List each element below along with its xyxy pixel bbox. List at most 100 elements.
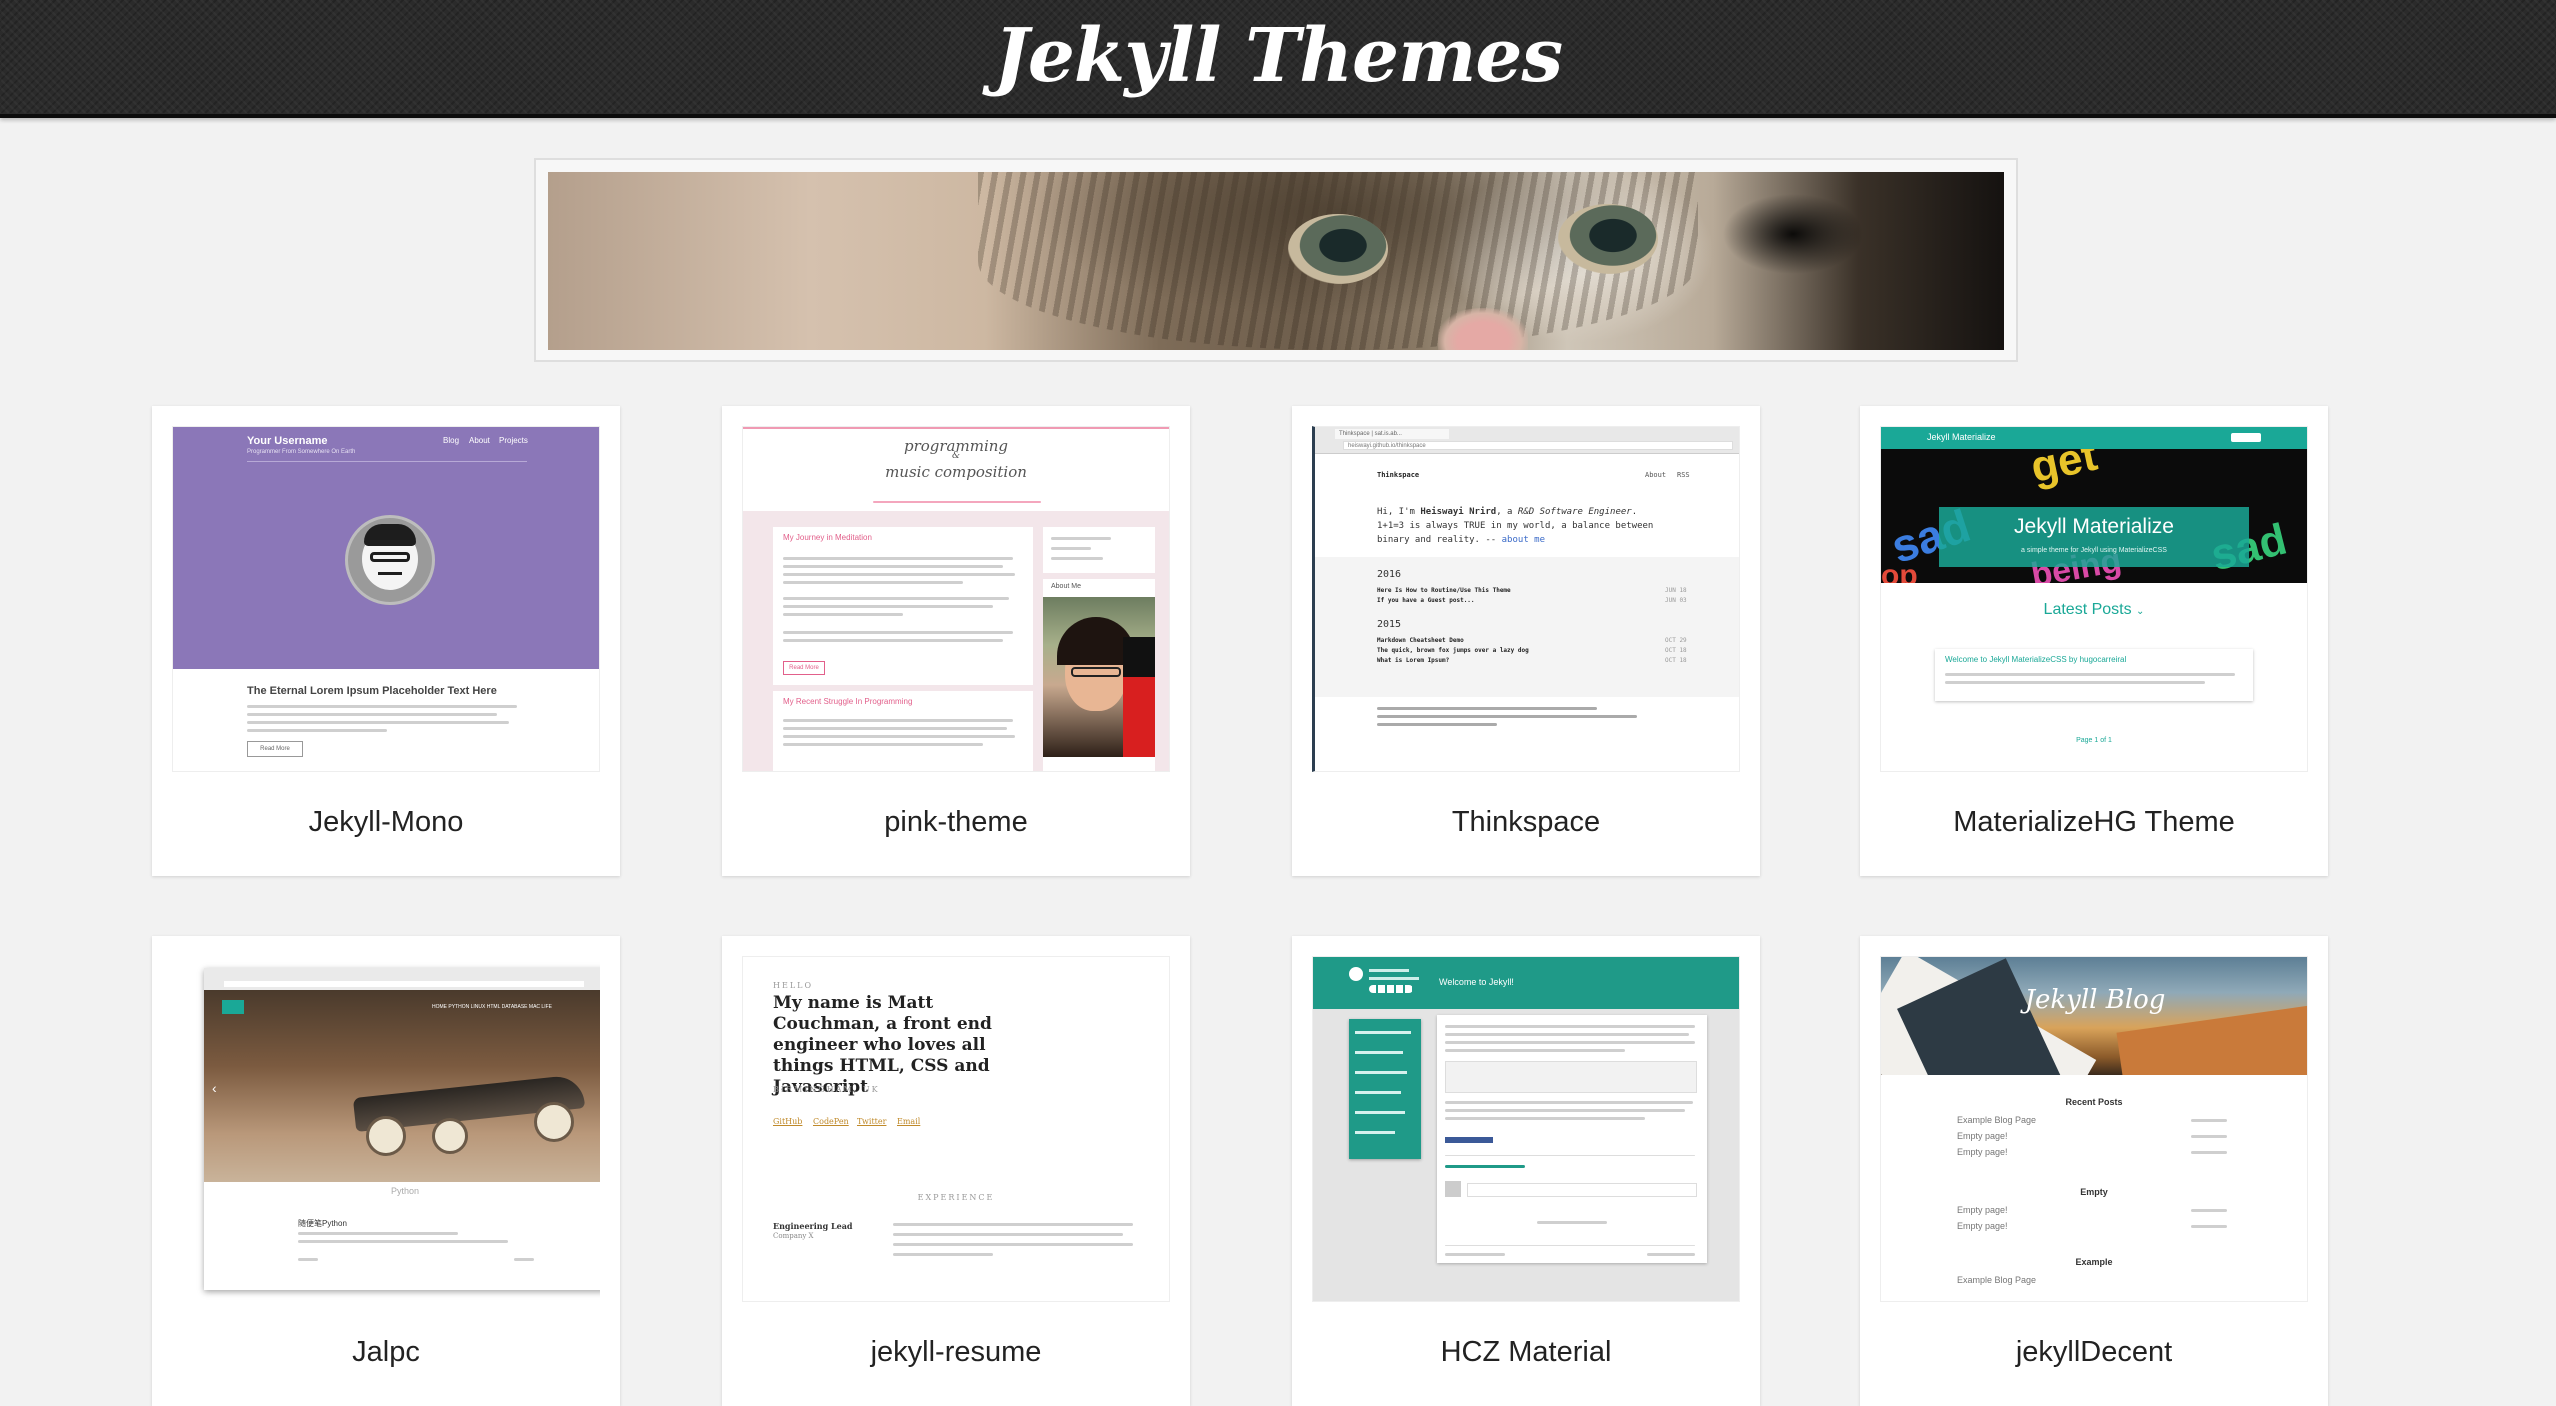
site-header: Jekyll Themes [0,0,2556,118]
theme-thumbnail[interactable]: HOME PYTHON LINUX HTML DATABASE MAC LIFE… [172,956,600,1302]
mat-hero-sub: a simple theme for Jekyll using Material… [2021,547,2167,554]
resume-company: Company X [773,1232,814,1240]
pink-sidebar-box [1043,527,1155,573]
chevron-left-icon: ‹ [212,1080,217,1096]
pink-post-2-title: My Recent Struggle In Programming [783,697,913,706]
resume-job: Engineering Lead [773,1221,853,1231]
jalpc-browser: HOME PYTHON LINUX HTML DATABASE MAC LIFE… [204,968,600,1290]
theme-card-jekylldecent[interactable]: Jekyll Blog Recent Posts Example Blog Pa… [1860,936,2328,1406]
decent-empty: Empty [2080,1187,2108,1197]
theme-thumbnail[interactable]: Jekyll Materialize get sad sad being top… [1880,426,2308,772]
decent-item: Example Blog Page [1957,1115,2037,1125]
theme-name[interactable]: MaterializeHG Theme [1860,806,2328,839]
site-title-link[interactable]: Jekyll Themes [0,6,2556,106]
cat-right-eye [1558,204,1658,274]
theme-thumbnail[interactable]: Your Username Programmer From Somewhere … [172,426,600,772]
decent-example: Example [2075,1257,2113,1267]
theme-name[interactable]: Thinkspace [1292,806,1760,839]
mat-hero-overlay: Jekyll Materialize a simple theme for Je… [1939,507,2249,567]
ts-post: If you have a Guest post... [1377,597,1475,604]
chevron-down-icon: ⌄ [2136,606,2145,617]
pink-about-box: About Me [1043,579,1155,771]
theme-name[interactable]: Jalpc [152,1336,620,1369]
decent-recent: Recent Posts [2065,1097,2123,1107]
pink-about-title: About Me [1051,583,1081,590]
browser-url: heiswayi.github.io/thinkspace [1343,441,1733,450]
theme-card-hcz-material[interactable]: Welcome to Jekyll! HCZ Material [1292,936,1760,1406]
theme-card-materializehg[interactable]: Jekyll Materialize get sad sad being top… [1860,406,2328,876]
decent-item: Empty page! [1957,1147,2008,1157]
theme-card-pink-theme[interactable]: programming & music composition My Journ… [722,406,1190,876]
mat-post-card: Welcome to Jekyll MaterializeCSS by hugo… [1935,649,2253,701]
theme-card-jalpc[interactable]: HOME PYTHON LINUX HTML DATABASE MAC LIFE… [152,936,620,1406]
theme-name[interactable]: Jekyll-Mono [152,806,620,839]
decent-item: Empty page! [1957,1221,2008,1231]
ts-year-2015: 2015 [1377,619,1402,630]
decent-item: Empty page! [1957,1205,2008,1215]
mono-avatar [345,515,435,605]
theme-thumbnail[interactable]: Thinkspace | sat.is.ab... heiswayi.githu… [1312,426,1740,772]
theme-name[interactable]: jekyllDecent [1860,1336,2328,1369]
ts-year-2016: 2016 [1377,569,1402,580]
browser-chrome [204,968,600,990]
pink-title-3: music composition [885,463,1027,481]
theme-name[interactable]: HCZ Material [1292,1336,1760,1369]
pink-title-2: & [951,451,960,461]
skateboard-wheel [366,1116,406,1156]
hcz-welcome: Welcome to Jekyll! [1439,977,1514,987]
mat-post-title: Welcome to Jekyll MaterializeCSS by hugo… [1945,655,2127,664]
hcz-sidebar-menu [1349,1019,1421,1159]
mono-nav-blog: Blog [443,436,460,445]
mono-divider [247,461,527,462]
resume-experience: EXPERIENCE [917,1193,995,1202]
resume-intro: My name is Matt Couchman, a front end en… [773,993,992,1097]
mono-nav-projects: Projects [499,436,528,445]
hcz-code-block [1445,1061,1697,1093]
mono-read-more-button: Read More [247,741,303,757]
theme-thumbnail[interactable]: Jekyll Blog Recent Posts Example Blog Pa… [1880,956,2308,1302]
pink-about-photo [1043,597,1155,757]
cat-nose [1438,308,1528,350]
decent-item: Example Blog Page [1957,1275,2037,1285]
ts-intro-3: binary and reality. -- about me [1377,535,1545,545]
theme-thumbnail[interactable]: Welcome to Jekyll! [1312,956,1740,1302]
resume-hello: HELLO [773,981,813,990]
ts-nav-about: About [1645,471,1667,479]
ts-post: The quick, brown fox jumps over a lazy d… [1377,647,1529,654]
jalpc-section: Python [390,1186,420,1196]
theme-card-jekyll-resume[interactable]: HELLO My name is Matt Couchman, a front … [722,936,1190,1406]
resume-location: BIRMINGHAM, UK [773,1085,880,1094]
pink-post-1-title: My Journey in Meditation [783,533,872,542]
jalpc-hero: HOME PYTHON LINUX HTML DATABASE MAC LIFE… [204,990,600,1182]
resume-link-github: GitHub [773,1117,803,1126]
ts-post: Here Is How to Routine/Use This Theme [1377,587,1511,594]
mat-hero-title: Jekyll Materialize [2014,515,2174,538]
avatar [1445,1181,1461,1197]
theme-thumbnail[interactable]: HELLO My name is Matt Couchman, a front … [742,956,1170,1302]
mat-hero: get sad sad being top Jekyll Materialize… [1881,449,2307,583]
theme-name[interactable]: jekyll-resume [722,1336,1190,1369]
skateboard-wheel [432,1118,468,1154]
hcz-header: Welcome to Jekyll! [1313,957,1739,1009]
ts-intro-1: Hi, I'm Heiswayi Nrird, a R&D Software E… [1377,507,1638,517]
decent-item: Empty page! [1957,1131,2008,1141]
pink-read-more-button: Read More [783,661,825,675]
resume-link-twitter: Twitter [857,1117,887,1126]
resume-link-codepen: CodePen [813,1117,849,1126]
theme-card-thinkspace[interactable]: Thinkspace | sat.is.ab... heiswayi.githu… [1292,406,1760,876]
ts-post: What is Lorem Ipsum? [1377,657,1450,664]
theme-name[interactable]: pink-theme [722,806,1190,839]
skateboard-wheel [534,1102,574,1142]
decent-hero: Jekyll Blog [1881,957,2307,1075]
mat-brand: Jekyll Materialize [1927,432,1996,442]
browser-chrome: Thinkspace | sat.is.ab... heiswayi.githu… [1315,427,1739,454]
hcz-content-card [1437,1015,1707,1263]
theme-card-jekyll-mono[interactable]: Your Username Programmer From Somewhere … [152,406,620,876]
jalpc-logo [222,1000,244,1014]
mat-latest-posts: Latest Posts ⌄ [2043,601,2145,618]
jalpc-post-title: 随便笔Python [298,1219,347,1228]
avatar [1349,967,1363,981]
banner-cat-image [548,172,2004,350]
resume-link-email: Email [897,1117,921,1126]
theme-thumbnail[interactable]: programming & music composition My Journ… [742,426,1170,772]
